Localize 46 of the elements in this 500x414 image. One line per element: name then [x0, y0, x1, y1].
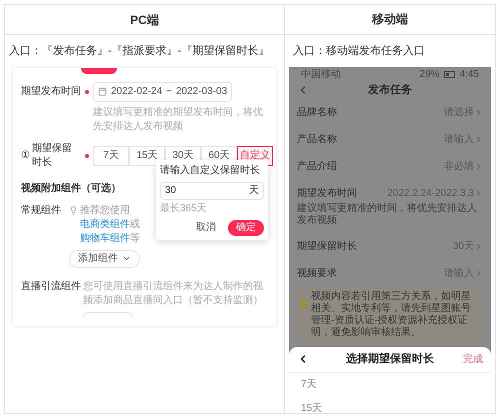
component-link[interactable]: 电商类组件	[80, 218, 130, 230]
popover-title: 请输入自定义保留时长	[160, 164, 261, 178]
duration-option[interactable]: 7天	[93, 146, 129, 166]
cancel-button[interactable]: 取消	[188, 220, 224, 236]
add-component-button[interactable]: 添加组件	[69, 250, 140, 268]
row-hint: 建议填写更精准的时间，将优先安排达人发布视频	[297, 202, 478, 227]
component-hint: 推荐您使用 电商类组件或 购物车组件等	[80, 204, 141, 246]
field-label: 期望发布时间	[21, 84, 81, 98]
chevron-icon	[474, 162, 483, 171]
notice-text: 视频内容若引用第三方关系，如明星相关、实地专利等，请先到星图账号管理-资质认证-授权资源补充授权证明，避免影响审核结果。	[311, 290, 472, 339]
date-range-field[interactable]: 2022-02-24 ~ 2022-03-03	[93, 82, 232, 102]
duration-option[interactable]: 15天	[129, 146, 165, 166]
caret-icon	[122, 254, 131, 263]
field-hint: 建议填写更精准的期望发布时间，将优先安排达人发布视频	[93, 106, 264, 134]
page-title: 发布任务	[368, 82, 412, 98]
column-header: 移动端	[285, 5, 495, 35]
entry-text: 入口：『发布任务』-『指派要求』-『期望保留时长』	[8, 44, 270, 59]
input-hint: 最长365天	[160, 202, 208, 216]
battery-icon	[444, 71, 456, 78]
component-link[interactable]: 购物车组件	[80, 232, 130, 244]
field-label: 常规组件	[21, 204, 62, 218]
lightbulb-icon	[69, 206, 78, 214]
chevron-icon	[474, 268, 483, 278]
chevron-icon	[474, 134, 483, 144]
clock-time: 4:45	[460, 68, 479, 82]
entry-text: 入口：移动端发布任务入口	[292, 44, 426, 59]
calendar-icon	[98, 87, 107, 96]
carrier-text: 中国移动	[301, 68, 341, 82]
duration-option[interactable]: 15天	[289, 396, 491, 413]
duration-input[interactable]: 30 天	[160, 182, 264, 200]
column-header: PC端	[5, 5, 284, 35]
button-edge	[81, 68, 117, 74]
chevron-icon	[474, 188, 483, 198]
sheet-title: 选择期望保留时长	[346, 352, 434, 367]
chevron-icon	[474, 242, 483, 251]
field-label: 直播引流组件	[21, 280, 82, 294]
info-icon: ①	[21, 148, 30, 162]
duration-option[interactable]: 7天	[289, 372, 491, 397]
battery-percent: 29%	[420, 68, 440, 82]
section-title: 视频附加组件（可选）	[21, 182, 122, 196]
done-button[interactable]: 完成	[463, 352, 483, 367]
chevron-icon	[474, 108, 483, 117]
confirm-button[interactable]: 确定	[228, 220, 264, 236]
field-label: 期望保留时长	[32, 142, 73, 170]
field-hint: 您可使用直播引流组件来为达人制作的视频添加商品直播间入口（暂不支持监测）	[83, 280, 264, 308]
button-edge	[83, 312, 133, 318]
